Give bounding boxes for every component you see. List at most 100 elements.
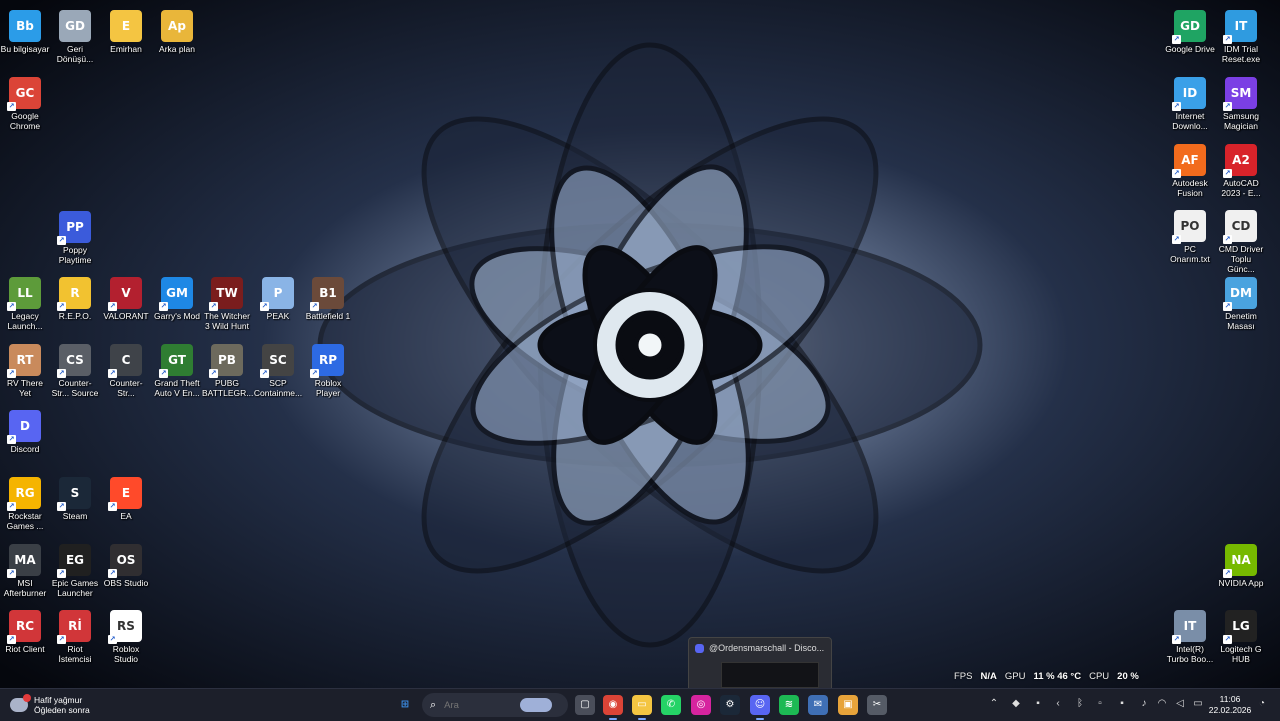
desktop-shortcut[interactable]: MAMSI Afterburner	[0, 538, 50, 598]
discord-icon[interactable]: ☺	[750, 695, 770, 720]
valorant-icon: V	[108, 277, 142, 311]
microsoft-store-icon[interactable]: ▣	[838, 695, 858, 715]
desktop-icon-label: Google Chrome	[9, 111, 41, 131]
desktop-shortcut[interactable]: E Emirhan	[101, 4, 151, 54]
gpu-value: 11 % 46 °C	[1033, 671, 1082, 682]
desktop-shortcut[interactable]: RİRiot İstemcisi	[50, 604, 100, 664]
desktop-shortcut[interactable]: TWThe Witcher 3 Wild Hunt	[202, 271, 252, 331]
microphone-icon[interactable]: ♪	[1138, 698, 1150, 710]
desktop-icon-label: R.E.P.O.	[58, 311, 92, 321]
desktop-icon-label: AutoCAD 2023 - E...	[1221, 178, 1261, 198]
desktop-shortcut[interactable]: RCRiot Client	[0, 604, 50, 654]
desktop-shortcut[interactable]: EEA	[101, 471, 151, 521]
desktop-shortcut[interactable]: VVALORANT	[101, 271, 151, 321]
discord-preview-thumbnail[interactable]	[721, 662, 819, 688]
desktop-shortcut[interactable]: RSRoblox Studio	[101, 604, 151, 664]
desktop-shortcut[interactable]: CSCounter-Str... Source	[50, 338, 100, 398]
desktop-shortcut[interactable]: DDiscord	[0, 404, 50, 454]
desktop-shortcut[interactable]: SMSamsung Magician	[1216, 71, 1266, 131]
desktop-shortcut[interactable]: AFAutodesk Fusion	[1165, 138, 1215, 198]
windows-start-icon[interactable]: ⊞	[395, 695, 415, 715]
file-explorer-icon[interactable]: ▭	[632, 695, 652, 720]
desktop-icon-label: Epic Games Launcher	[51, 578, 99, 598]
desktop-shortcut[interactable]: PPEAK	[253, 271, 303, 321]
minecraft-icon: LL	[7, 277, 41, 311]
taskbar-search-box[interactable]: ⌕	[422, 693, 568, 717]
desktop-shortcut[interactable]: RPRoblox Player	[303, 338, 353, 398]
desktop-shortcut[interactable]: LLLegacy Launch...	[0, 271, 50, 331]
desktop-shortcut[interactable]: NANVIDIA App	[1216, 538, 1266, 588]
performance-overlay: FPS N/A GPU 11 % 46 °C CPU 20 %	[954, 671, 1141, 685]
witcher-icon: TW	[209, 277, 243, 311]
desktop-shortcut[interactable]: CCounter-Str...	[101, 338, 151, 398]
text-file-icon: CD	[1223, 210, 1257, 244]
bluetooth-icon[interactable]: ᛒ	[1074, 698, 1086, 710]
tray-app-icon[interactable]: ▫	[1094, 698, 1106, 710]
desktop-icon-label: Grand Theft Auto V En...	[154, 378, 200, 398]
desktop-shortcut[interactable]: PPPoppy Playtime	[50, 205, 100, 265]
desktop-shortcut[interactable]: DMDenetim Masası	[1216, 271, 1266, 331]
desktop-icon-label: Denetim Masası	[1225, 311, 1257, 331]
volume-icon[interactable]: ◁	[1174, 698, 1186, 710]
taskbar: Hafif yağmur Öğleden sonra ⌕ ⊞ ▢ ◉ ▭ ✆ ◎ ⚙ ☺ ≋ ✉ ▣…	[0, 688, 1280, 721]
desktop-shortcut[interactable]: CDCMD Driver Toplu Günc...	[1216, 204, 1266, 274]
tray-app-icon[interactable]: ‹	[1052, 698, 1064, 710]
instagram-icon[interactable]: ◎	[691, 695, 711, 715]
chrome-icon[interactable]: ◉	[603, 695, 623, 720]
desktop-shortcut[interactable]: LGLogitech G HUB	[1216, 604, 1266, 664]
desktop-shortcut[interactable]: OSOBS Studio	[101, 538, 151, 588]
peak-icon: P	[260, 277, 294, 311]
mail-icon[interactable]: ✉	[808, 695, 828, 715]
battery-icon[interactable]: ▭	[1192, 698, 1204, 710]
search-input[interactable]	[442, 698, 517, 712]
desktop-shortcut[interactable]: GMGarry's Mod	[152, 271, 202, 321]
antivirus-icon[interactable]: ◆	[1010, 698, 1022, 710]
desktop-shortcut[interactable]: RTRV There Yet	[0, 338, 50, 398]
desktop-shortcut[interactable]: Ap Arka plan	[152, 4, 202, 54]
desktop-shortcut[interactable]: GCGoogle Chrome	[0, 71, 50, 131]
cpu-label: CPU	[1089, 671, 1110, 682]
desktop-icon-label: Steam	[62, 511, 88, 521]
desktop-shortcut[interactable]: B1Battlefield 1	[303, 271, 353, 321]
search-highlight-icon	[520, 698, 553, 712]
desktop-icon-label: Counter-Str... Source	[51, 378, 99, 398]
desktop-icon-label: Samsung Magician	[1223, 111, 1259, 131]
weather-widget[interactable]: Hafif yağmur Öğleden sonra	[10, 693, 90, 717]
desktop-shortcut[interactable]: POPC Onarım.txt	[1165, 204, 1215, 264]
network-icon[interactable]: ◠	[1156, 698, 1168, 710]
desktop-icon-label: RV There Yet	[6, 378, 44, 398]
desktop-icon-label: Internet Downlo...	[1172, 111, 1208, 131]
desktop-shortcut[interactable]: Bb Bu bilgisayar	[0, 4, 50, 54]
desktop-shortcut[interactable]: A2AutoCAD 2023 - E...	[1216, 138, 1266, 198]
rockstar-icon: RG	[7, 477, 41, 511]
desktop-icon-label: Arka plan	[159, 44, 195, 54]
spotify-icon[interactable]: ≋	[779, 695, 799, 715]
desktop-icon-label: Discord	[10, 444, 40, 454]
gpu-label: GPU	[1004, 671, 1026, 682]
chevron-up-icon[interactable]: ⌃	[988, 698, 1000, 710]
desktop-shortcut[interactable]: GD Geri Dönüşü...	[50, 4, 100, 64]
tray-app-icon[interactable]: ▪	[1116, 698, 1128, 710]
taskbar-clock[interactable]: 11:06 22.02.2026	[1208, 694, 1252, 716]
snipping-tool-icon[interactable]: ✂	[867, 695, 887, 715]
task-view-icon[interactable]: ▢	[575, 695, 595, 715]
desktop-shortcut[interactable]: SCSCP Containme...	[253, 338, 303, 398]
notification-bell-icon[interactable]: ◔	[1256, 698, 1268, 710]
weather-condition: Hafif yağmur	[34, 695, 83, 705]
desktop-shortcut[interactable]: IDInternet Downlo...	[1165, 71, 1215, 131]
desktop-shortcut[interactable]: EGEpic Games Launcher	[50, 538, 100, 598]
steam-icon[interactable]: ⚙	[720, 695, 740, 715]
desktop-shortcut[interactable]: RR.E.P.O.	[50, 271, 100, 321]
desktop-shortcut[interactable]: GTGrand Theft Auto V En...	[152, 338, 202, 398]
discord-icon	[695, 644, 704, 653]
discord-window-preview[interactable]: @Ordensmarschall - Disco...	[688, 637, 832, 689]
desktop-shortcut[interactable]: ITIDM Trial Reset.exe	[1216, 4, 1266, 64]
desktop-shortcut[interactable]: PBPUBG BATTLEGR...	[202, 338, 253, 398]
discord-preview-title: @Ordensmarschall - Disco...	[709, 643, 825, 653]
desktop-shortcut[interactable]: GDGoogle Drive	[1165, 4, 1215, 54]
desktop-shortcut[interactable]: RGRockstar Games ...	[0, 471, 50, 531]
tray-app-icon[interactable]: ▪	[1032, 698, 1044, 710]
whatsapp-icon[interactable]: ✆	[661, 695, 681, 715]
desktop-shortcut[interactable]: ITIntel(R) Turbo Boo...	[1165, 604, 1215, 664]
desktop-shortcut[interactable]: SSteam	[50, 471, 100, 521]
